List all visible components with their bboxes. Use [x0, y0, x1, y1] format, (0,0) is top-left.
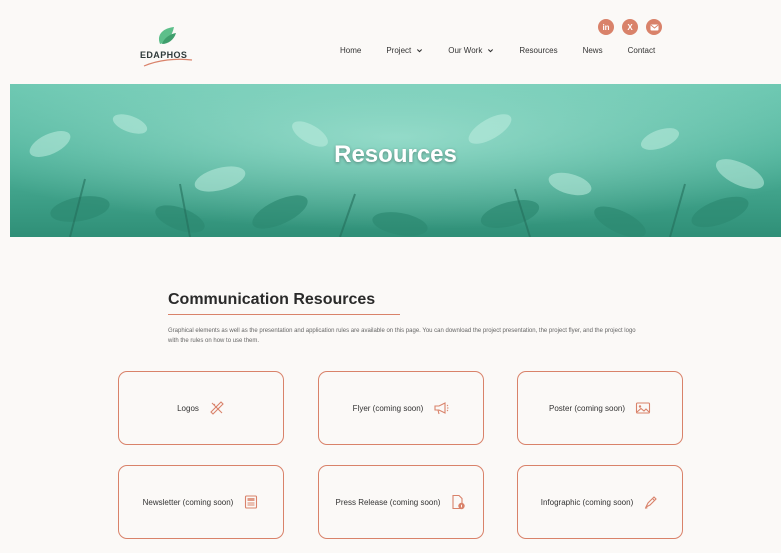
site-header: EDAPHOS in X Home Project Our Work Resou…: [0, 0, 781, 84]
edaphos-logo[interactable]: EDAPHOS: [138, 22, 198, 72]
main-nav: Home Project Our Work Resources News Con…: [340, 43, 655, 57]
chevron-down-icon: [488, 48, 494, 52]
hero-banner: Resources: [10, 84, 781, 237]
card-label: Flyer (coming soon): [352, 403, 424, 413]
card-poster[interactable]: Poster (coming soon): [517, 371, 683, 445]
nav-resources[interactable]: Resources: [519, 46, 557, 55]
card-newsletter[interactable]: Newsletter (coming soon): [118, 465, 284, 539]
megaphone-icon: [434, 402, 449, 415]
card-flyer[interactable]: Flyer (coming soon): [318, 371, 484, 445]
section-title: Communication Resources: [168, 291, 376, 308]
linkedin-icon[interactable]: in: [598, 19, 614, 35]
nav-project-label: Project: [386, 45, 412, 55]
card-press-release[interactable]: Press Release (coming soon): [318, 465, 484, 539]
file-info-icon: [452, 494, 466, 510]
nav-home[interactable]: Home: [340, 46, 361, 55]
card-label: Press Release (coming soon): [335, 497, 441, 507]
nav-news-label: News: [582, 45, 603, 55]
pen-icon: [645, 496, 658, 509]
card-label: Newsletter (coming soon): [142, 497, 234, 507]
newspaper-icon: [245, 495, 258, 509]
nav-resources-label: Resources: [519, 45, 558, 55]
email-icon[interactable]: [646, 19, 662, 35]
image-icon: [635, 402, 651, 414]
card-label: Infographic (coming soon): [540, 497, 634, 507]
nav-home-label: Home: [340, 45, 362, 55]
card-infographic[interactable]: Infographic (coming soon): [517, 465, 683, 539]
hero-title: Resources: [334, 141, 457, 168]
envelope-icon: [650, 24, 658, 30]
card-label: Poster (coming soon): [548, 403, 626, 413]
card-label: Logos: [177, 403, 199, 413]
nav-project[interactable]: Project: [386, 46, 423, 55]
pencil-ruler-icon: [210, 401, 224, 415]
x-icon[interactable]: X: [622, 19, 638, 35]
nav-news[interactable]: News: [583, 46, 603, 55]
nav-contact[interactable]: Contact: [628, 46, 656, 55]
nav-contact-label: Contact: [627, 45, 656, 55]
section-divider: [168, 314, 400, 315]
leaf-logo-icon: [143, 27, 193, 67]
section-description: Graphical elements as well as the presen…: [168, 328, 636, 344]
chevron-down-icon: [417, 48, 423, 52]
nav-our-work-label: Our Work: [448, 45, 483, 55]
nav-our-work[interactable]: Our Work: [448, 46, 494, 55]
social-links: in X: [598, 19, 662, 35]
card-logos[interactable]: Logos: [118, 371, 284, 445]
logo-text: EDAPHOS: [140, 50, 188, 60]
